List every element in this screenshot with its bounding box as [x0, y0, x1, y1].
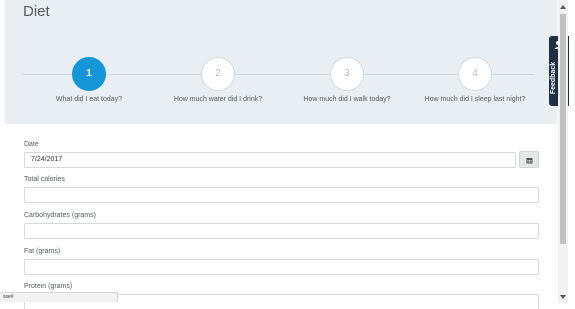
vertical-scrollbar[interactable]	[558, 0, 568, 303]
feedback-label: Feedback	[550, 61, 557, 95]
calendar-button[interactable]	[519, 151, 539, 168]
calendar-icon	[526, 158, 532, 164]
step-4-circle[interactable]: 4	[458, 57, 492, 91]
scroll-up-arrow-icon[interactable]	[560, 5, 566, 9]
step-4-label: How much did I sleep last night?	[424, 96, 526, 103]
date-field[interactable]: 7/24/2017	[24, 152, 516, 168]
fat-field[interactable]	[24, 259, 539, 275]
step-4[interactable]: 4 How much did I sleep last night?	[400, 57, 550, 103]
step-1-label: What did I eat today?	[55, 96, 123, 103]
step-1[interactable]: 1 What did I eat today?	[14, 57, 164, 103]
diet-page: Diet 1 What did I eat today? 2 How much …	[0, 0, 575, 309]
browser-status-bar: sse#	[0, 292, 118, 302]
scroll-down-arrow-icon[interactable]	[560, 295, 566, 299]
carbs-label: Carbohydrates (grams)	[24, 212, 96, 219]
calories-label: Total calories	[24, 176, 65, 183]
fat-label: Fat (grams)	[24, 248, 61, 255]
scroll-thumb[interactable]	[560, 14, 566, 244]
carbs-field[interactable]	[24, 223, 539, 239]
step-1-circle[interactable]: 1	[72, 57, 106, 91]
page-title: Diet	[23, 3, 50, 20]
calories-field[interactable]	[24, 187, 539, 203]
protein-label: Protein (grams)	[24, 283, 73, 290]
step-3-circle[interactable]: 3	[330, 57, 364, 91]
step-2-circle[interactable]: 2	[201, 57, 235, 91]
wizard-header: Diet 1 What did I eat today? 2 How much …	[5, 0, 557, 124]
step-2-label: How much water did I drink?	[173, 96, 263, 103]
step-2[interactable]: 2 How much water did I drink?	[143, 57, 293, 103]
date-label: Date	[24, 141, 39, 148]
